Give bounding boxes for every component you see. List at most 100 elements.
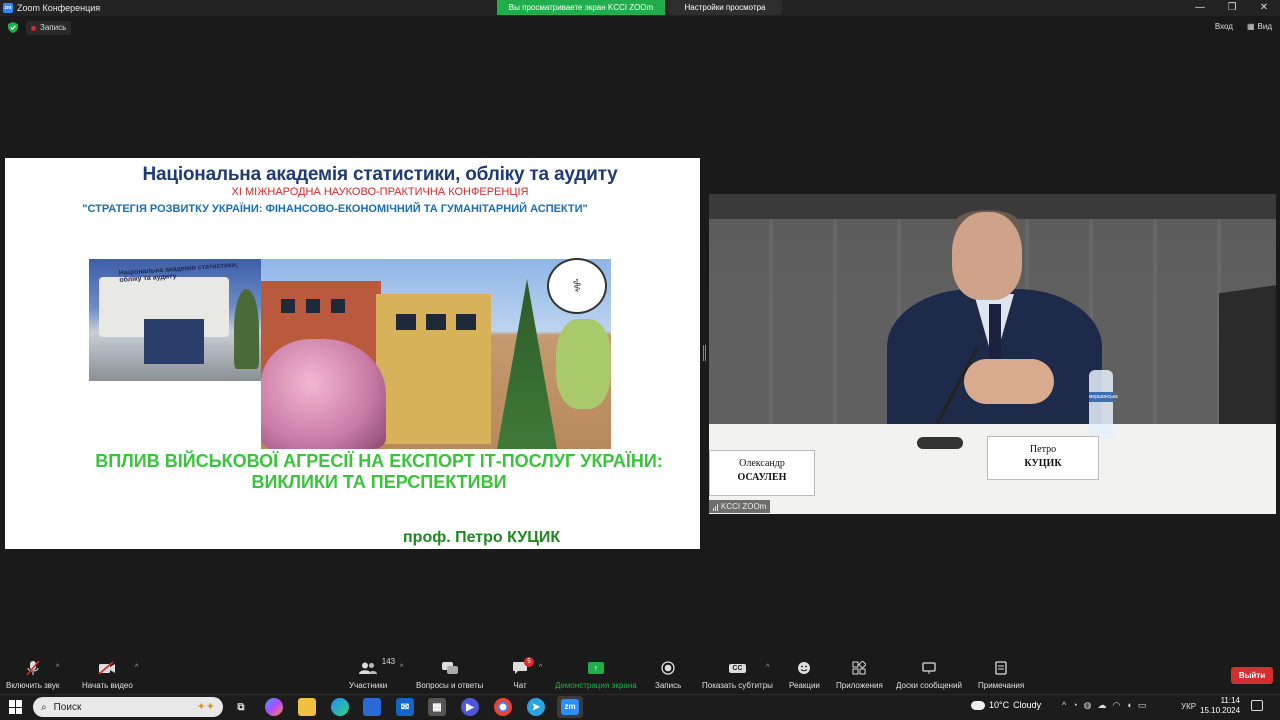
edge-browser-icon[interactable] bbox=[331, 698, 349, 716]
window-controls: — ❐ ✕ bbox=[1184, 0, 1280, 16]
close-button[interactable]: ✕ bbox=[1248, 0, 1280, 16]
share-screen-button[interactable]: ↑ Демонстрация экрана bbox=[555, 659, 637, 690]
mail-icon[interactable]: ✉ bbox=[396, 698, 414, 716]
academy-entrance-photo: Національна академія статистики, обліку … bbox=[89, 259, 261, 381]
store-icon[interactable] bbox=[363, 698, 381, 716]
start-video-button[interactable]: Начать видео bbox=[82, 659, 133, 690]
share-screen-label: Демонстрация экрана bbox=[555, 681, 637, 690]
video-off-icon bbox=[98, 659, 116, 677]
view-button[interactable]: ▦ Вид bbox=[1247, 22, 1272, 31]
tray-volume-icon[interactable]: ◖ bbox=[1126, 700, 1131, 711]
copilot-icon[interactable] bbox=[265, 698, 283, 716]
notes-icon bbox=[995, 659, 1007, 677]
media-player-icon[interactable]: ▶ bbox=[461, 698, 479, 716]
water-bottle: моршинська bbox=[1089, 370, 1118, 438]
video-options-caret[interactable]: ^ bbox=[135, 664, 138, 671]
maximize-button[interactable]: ❐ bbox=[1216, 0, 1248, 16]
calculator-icon[interactable]: ▦ bbox=[428, 698, 446, 716]
recording-indicator[interactable]: Запись bbox=[26, 21, 72, 35]
video-participant-name: KCCI ZOOm bbox=[721, 502, 767, 511]
signal-bars-icon bbox=[713, 503, 718, 511]
show-captions-label: Показать субтитры bbox=[702, 681, 773, 690]
cc-icon: CC bbox=[729, 659, 746, 677]
speaker-video[interactable]: моршинська Петро КУЦИК Олександр ОСАУЛЕН bbox=[709, 194, 1276, 514]
chat-icon: 5 bbox=[512, 657, 534, 677]
qa-button[interactable]: Вопросы и ответы bbox=[416, 659, 483, 690]
split-view-handle[interactable] bbox=[703, 345, 706, 361]
slide-heading-line2: ВИКЛИКИ ТА ПЕРСПЕКТИВИ bbox=[251, 472, 507, 492]
security-shield-icon[interactable] bbox=[8, 22, 18, 33]
reactions-button[interactable]: Реакции bbox=[789, 659, 820, 690]
slide-heading-line1: ВПЛИВ ВІЙСЬКОВОЇ АГРЕСІЇ НА ЕКСПОРТ ІТ-П… bbox=[95, 451, 663, 471]
weather-temp: 10°C bbox=[989, 700, 1010, 710]
record-icon bbox=[661, 659, 675, 677]
tray-cloud-icon[interactable]: ☁ bbox=[1098, 700, 1107, 711]
view-label: Вид bbox=[1257, 22, 1272, 31]
clock-time: 11:14 bbox=[1220, 696, 1240, 705]
leave-meeting-button[interactable]: Выйти bbox=[1231, 667, 1273, 684]
shared-screen-slide: Національна академія статистики, обліку … bbox=[5, 158, 700, 549]
tray-network-icon[interactable]: ◔ bbox=[1072, 700, 1077, 711]
reactions-icon bbox=[797, 659, 811, 677]
meeting-info-bar bbox=[0, 16, 1280, 42]
whiteboard-icon bbox=[922, 659, 936, 677]
apps-button[interactable]: Приложения bbox=[836, 659, 883, 690]
participants-button[interactable]: 143 Участники bbox=[349, 657, 395, 690]
notes-button[interactable]: Примечания bbox=[978, 659, 1024, 690]
task-view-icon[interactable]: ⧉ bbox=[232, 698, 250, 716]
top-right-controls: Вход ▦ Вид bbox=[1215, 22, 1272, 31]
chat-unread-badge: 5 bbox=[524, 657, 534, 667]
taskbar-search[interactable]: ⌕ Поиск ✦✦ bbox=[33, 697, 223, 717]
windows-start-icon[interactable] bbox=[9, 700, 23, 714]
participants-label: Участники bbox=[349, 681, 388, 690]
exit-button[interactable]: Вход bbox=[1215, 22, 1233, 31]
recording-label: Запись bbox=[40, 23, 67, 32]
slide-author: проф. Петро КУЦИК bbox=[403, 529, 561, 546]
academy-seal-logo: ⚕ bbox=[547, 258, 607, 314]
notifications-icon[interactable] bbox=[1251, 700, 1263, 711]
view-settings-button[interactable]: Настройки просмотра bbox=[668, 0, 782, 15]
share-screen-icon: ↑ bbox=[587, 659, 604, 677]
unmute-label: Включить звук bbox=[6, 681, 60, 690]
chat-options-caret[interactable]: ^ bbox=[539, 664, 542, 671]
taskbar-clock[interactable]: 11:14 15.10.2024 bbox=[1200, 696, 1240, 716]
weather-text: Cloudy bbox=[1013, 700, 1042, 710]
muted-mic-icon bbox=[26, 659, 40, 677]
nameplate-neighbor-first: Олександр bbox=[739, 458, 785, 469]
whiteboards-button[interactable]: Доски сообщений bbox=[896, 659, 962, 690]
captions-options-caret[interactable]: ^ bbox=[766, 664, 769, 671]
telegram-icon[interactable]: ➤ bbox=[527, 698, 545, 716]
nameplate-neighbor-last: ОСАУЛЕН bbox=[737, 472, 787, 483]
file-explorer-icon[interactable] bbox=[298, 698, 316, 716]
search-placeholder: Поиск bbox=[53, 701, 82, 713]
whiteboards-label: Доски сообщений bbox=[896, 681, 963, 690]
qa-icon bbox=[441, 659, 459, 677]
tray-wifi-icon[interactable]: ◠ bbox=[1113, 700, 1121, 711]
language-indicator[interactable]: УКР bbox=[1181, 702, 1196, 711]
slide-title: Національна академія статистики, обліку … bbox=[142, 164, 618, 185]
minimize-button[interactable]: — bbox=[1184, 0, 1216, 16]
unmute-button[interactable]: Включить звук bbox=[6, 659, 59, 690]
show-captions-button[interactable]: CC Показать субтитры bbox=[702, 659, 773, 690]
recording-dot-icon bbox=[31, 25, 36, 31]
qa-label: Вопросы и ответы bbox=[416, 681, 484, 690]
tray-expand-icon[interactable]: ^ bbox=[1062, 700, 1066, 711]
apps-label: Приложения bbox=[836, 681, 883, 690]
participants-options-caret[interactable]: ^ bbox=[400, 664, 403, 671]
weather-widget[interactable]: 10°C Cloudy bbox=[971, 700, 1041, 710]
chat-button[interactable]: 5 Чат bbox=[512, 657, 534, 690]
tray-battery-icon[interactable]: ▭ bbox=[1138, 700, 1147, 711]
nameplate-neighbor: Олександр ОСАУЛЕН bbox=[709, 450, 815, 496]
system-tray: ^ ◔ ◍ ☁ ◠ ◖ ▭ bbox=[1062, 700, 1146, 711]
participants-count: 143 bbox=[381, 657, 396, 666]
chrome-icon[interactable] bbox=[494, 698, 512, 716]
meeting-toolbar bbox=[0, 656, 1280, 694]
record-button[interactable]: Запись bbox=[655, 659, 681, 690]
audio-options-caret[interactable]: ^ bbox=[56, 664, 59, 671]
bottle-label: моршинська bbox=[1089, 392, 1118, 402]
zoom-logo-icon: zm bbox=[3, 3, 13, 13]
tray-app-icon[interactable]: ◍ bbox=[1084, 700, 1092, 711]
nameplate-speaker: Петро КУЦИК bbox=[987, 436, 1099, 480]
slide-conference: ХІ МІЖНАРОДНА НАУКОВО-ПРАКТИЧНА КОНФЕРЕН… bbox=[231, 186, 529, 198]
zoom-taskbar-button[interactable]: zm bbox=[557, 696, 583, 718]
